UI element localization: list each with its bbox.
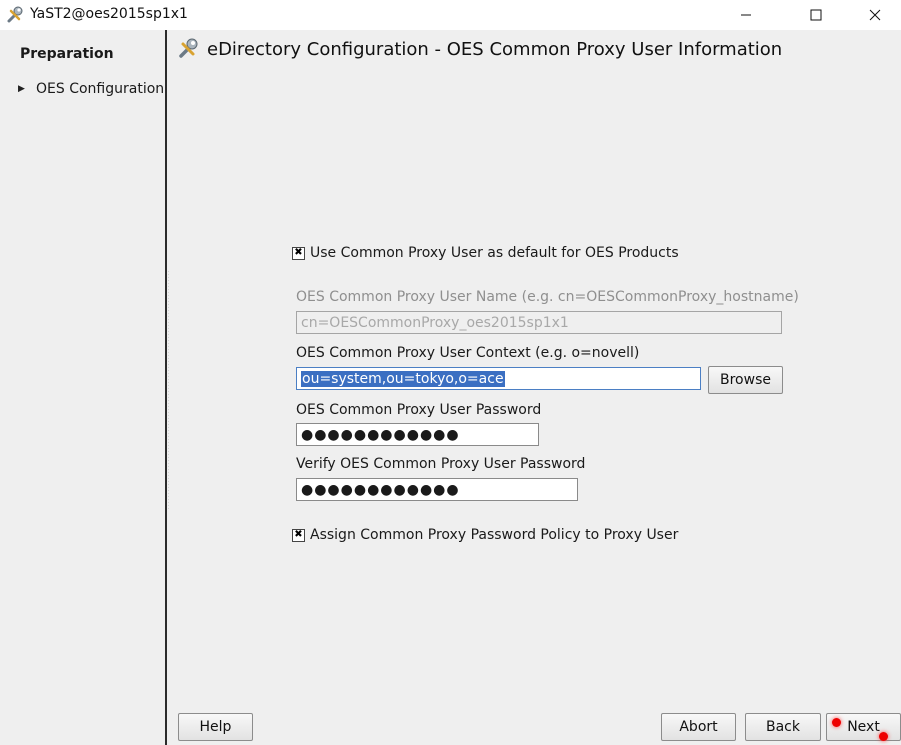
cursor-marker	[832, 718, 841, 727]
triangle-right-icon: ▶	[18, 84, 25, 94]
proxy-user-password-field[interactable]: ●●●●●●●●●●●●	[296, 423, 539, 446]
abort-button[interactable]: Abort	[661, 713, 736, 741]
proxy-user-context-field[interactable]: ou=system,ou=tokyo,o=ace	[296, 367, 701, 390]
close-icon	[869, 9, 881, 21]
minimize-button[interactable]	[723, 0, 769, 30]
checkbox-checked-icon: ✖	[292, 246, 305, 260]
verify-password-field[interactable]: ●●●●●●●●●●●●	[296, 478, 578, 501]
close-button[interactable]	[852, 0, 898, 30]
use-common-proxy-checkbox[interactable]: ✖ Use Common Proxy User as default for O…	[292, 245, 679, 261]
main-panel: eDirectory Configuration - OES Common Pr…	[169, 30, 901, 745]
assign-policy-label: Assign Common Proxy Password Policy to P…	[310, 527, 679, 543]
use-common-proxy-label: Use Common Proxy User as default for OES…	[310, 245, 679, 261]
title-bar: YaST2@oes2015sp1x1	[0, 0, 901, 30]
sidebar-item-oes-configuration[interactable]: ▶ OES Configuration	[18, 81, 164, 97]
sidebar-heading: Preparation	[20, 46, 114, 62]
sidebar-item-label: OES Configuration	[36, 81, 165, 97]
proxy-user-name-label: OES Common Proxy User Name (e.g. cn=OESC…	[296, 289, 799, 305]
browse-button[interactable]: Browse	[708, 366, 783, 394]
maximize-icon	[810, 9, 822, 21]
proxy-user-name-field: cn=OESCommonProxy_oes2015sp1x1	[296, 311, 782, 334]
verify-password-label: Verify OES Common Proxy User Password	[296, 456, 586, 472]
page-header: eDirectory Configuration - OES Common Pr…	[177, 38, 782, 60]
proxy-user-name-value: cn=OESCommonProxy_oes2015sp1x1	[301, 314, 569, 331]
cursor-marker	[879, 732, 888, 741]
page-title: eDirectory Configuration - OES Common Pr…	[207, 38, 783, 60]
help-button[interactable]: Help	[178, 713, 253, 741]
checkbox-checked-icon: ✖	[292, 528, 305, 542]
window-title: YaST2@oes2015sp1x1	[30, 6, 188, 22]
back-button[interactable]: Back	[745, 713, 821, 741]
assign-policy-checkbox[interactable]: ✖ Assign Common Proxy Password Policy to…	[292, 527, 678, 543]
proxy-user-password-label: OES Common Proxy User Password	[296, 402, 542, 418]
proxy-user-context-value: ou=system,ou=tokyo,o=ace	[301, 370, 505, 387]
wrench-screwdriver-icon	[7, 6, 23, 23]
proxy-user-password-value: ●●●●●●●●●●●●	[301, 426, 460, 443]
minimize-icon	[741, 14, 751, 16]
maximize-button[interactable]	[793, 0, 839, 30]
wrench-screwdriver-icon	[179, 38, 198, 58]
verify-password-value: ●●●●●●●●●●●●	[301, 481, 460, 498]
sidebar: Preparation ▶ OES Configuration	[0, 30, 167, 745]
proxy-user-context-label: OES Common Proxy User Context (e.g. o=no…	[296, 345, 640, 361]
